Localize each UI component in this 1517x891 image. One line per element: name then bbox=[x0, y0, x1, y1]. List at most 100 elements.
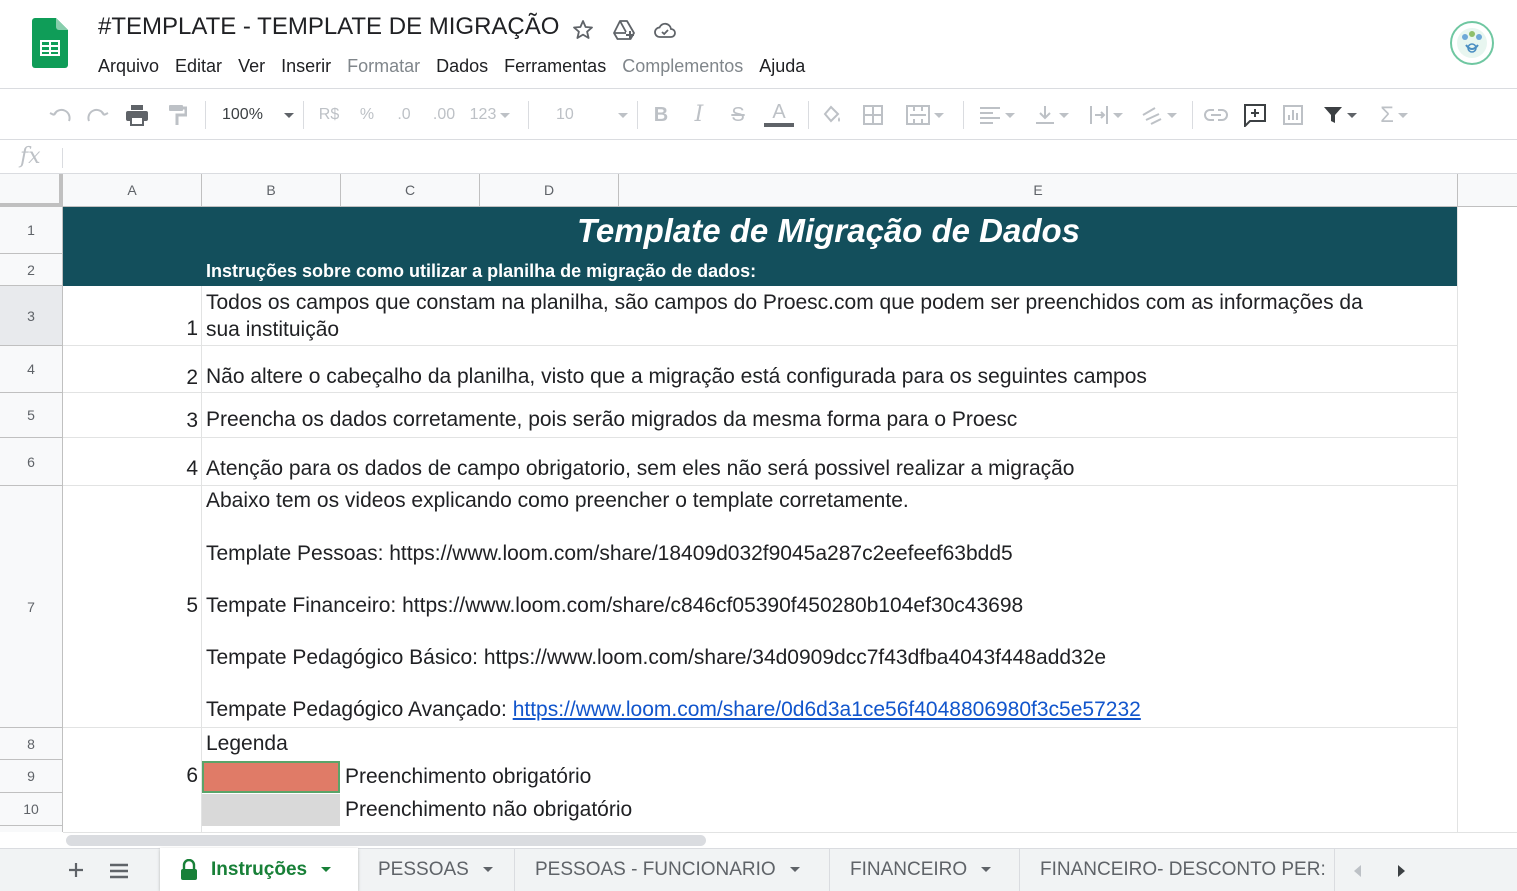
video-template-pessoas[interactable]: Template Pessoas: https://www.loom.com/s… bbox=[206, 540, 1013, 567]
filter-icon[interactable] bbox=[1319, 103, 1361, 127]
move-to-drive-icon[interactable] bbox=[612, 18, 636, 42]
item-text-1[interactable]: Todos os campos que constam na planilha,… bbox=[206, 289, 1363, 343]
row-header-9[interactable]: 9 bbox=[0, 760, 63, 793]
row-header-6[interactable]: 6 bbox=[0, 438, 63, 486]
menu-dados[interactable]: Dados bbox=[428, 54, 496, 78]
row-header-1[interactable]: 1 bbox=[0, 207, 63, 254]
sheet-tab-dropdown-icon bbox=[321, 867, 332, 872]
column-header-b[interactable]: B bbox=[202, 174, 341, 207]
fx-icon: fx bbox=[20, 144, 41, 169]
item-number-1[interactable]: 1 bbox=[63, 317, 198, 341]
menu-inserir[interactable]: Inserir bbox=[273, 54, 339, 78]
legend-optional-swatch[interactable] bbox=[202, 794, 340, 826]
scroll-tabs-left-icon[interactable] bbox=[1350, 863, 1366, 879]
zoom-select[interactable]: 100% bbox=[222, 103, 294, 127]
row-header-7[interactable]: 7 bbox=[0, 486, 63, 728]
account-avatar[interactable] bbox=[1450, 21, 1494, 65]
column-header-d[interactable]: D bbox=[480, 174, 619, 207]
text-color-label: A bbox=[772, 101, 786, 123]
decrease-decimals-button[interactable]: .0 bbox=[392, 103, 416, 127]
formula-input[interactable] bbox=[76, 146, 1510, 170]
horizontal-align-icon[interactable] bbox=[975, 103, 1019, 127]
column-header-a[interactable]: A bbox=[63, 174, 202, 207]
legend-required-swatch[interactable] bbox=[202, 761, 340, 793]
sheets-logo-icon[interactable] bbox=[32, 18, 68, 68]
functions-icon[interactable]: Σ bbox=[1374, 103, 1414, 127]
row-header-5[interactable]: 5 bbox=[0, 393, 63, 438]
sheet-tab-pessoas-funcionario[interactable]: PESSOAS - FUNCIONARIO bbox=[515, 848, 830, 891]
video-template-pedagogico-avancado[interactable]: Tempate Pedagógico Avançado: https://www… bbox=[206, 696, 1141, 723]
italic-button[interactable]: I bbox=[689, 103, 709, 127]
lock-icon bbox=[180, 858, 200, 881]
sheet-tab-instrucoes[interactable]: Instruções bbox=[160, 848, 358, 891]
advanced-label: Tempate Pedagógico Avançado: bbox=[206, 698, 507, 721]
redo-icon[interactable] bbox=[86, 103, 110, 127]
row-header-4[interactable]: 4 bbox=[0, 346, 63, 393]
increase-decimals-button[interactable]: .00 bbox=[430, 103, 458, 127]
legend-title[interactable]: Legenda bbox=[206, 730, 288, 757]
item-number-2[interactable]: 2 bbox=[63, 366, 198, 390]
strikethrough-button[interactable]: S bbox=[728, 103, 748, 127]
add-sheet-icon[interactable] bbox=[66, 860, 86, 880]
vertical-align-icon[interactable] bbox=[1030, 103, 1074, 127]
menu-ferramentas[interactable]: Ferramentas bbox=[496, 54, 614, 78]
menu-arquivo[interactable]: Arquivo bbox=[90, 54, 167, 78]
column-header-c[interactable]: C bbox=[341, 174, 480, 207]
item-number-4[interactable]: 4 bbox=[63, 457, 198, 481]
fill-color-icon[interactable] bbox=[820, 103, 844, 127]
menu-editar[interactable]: Editar bbox=[167, 54, 230, 78]
currency-format-button[interactable]: R$ bbox=[316, 103, 342, 127]
sheet-title: Template de Migração de Dados bbox=[576, 212, 1081, 249]
scroll-tabs-right-icon[interactable] bbox=[1393, 863, 1409, 879]
borders-icon[interactable] bbox=[861, 103, 885, 127]
item-text-5-intro[interactable]: Abaixo tem os videos explicando como pre… bbox=[206, 487, 909, 514]
print-icon[interactable] bbox=[125, 103, 149, 127]
item-number-6[interactable]: 6 bbox=[63, 764, 198, 788]
font-size-select[interactable]: 10 bbox=[556, 103, 628, 127]
row-header-2[interactable]: 2 bbox=[0, 254, 63, 286]
item-number-3[interactable]: 3 bbox=[63, 409, 198, 433]
video-template-financeiro[interactable]: Tempate Financeiro: https://www.loom.com… bbox=[206, 592, 1023, 619]
more-formats-button[interactable]: 123 bbox=[467, 103, 513, 127]
horizontal-scrollbar-thumb[interactable] bbox=[66, 835, 706, 846]
sheet-tab-financeiro[interactable]: FINANCEIRO bbox=[830, 848, 1020, 891]
row-header-10[interactable]: 10 bbox=[0, 793, 63, 826]
menu-complementos[interactable]: Complementos bbox=[614, 54, 751, 78]
item-number-5[interactable]: 5 bbox=[63, 594, 198, 618]
advanced-video-link[interactable]: https://www.loom.com/share/0d6d3a1ce56f4… bbox=[513, 698, 1141, 721]
column-header-e[interactable]: E bbox=[619, 174, 1458, 207]
legend-required-label[interactable]: Preenchimento obrigatório bbox=[345, 763, 591, 790]
menu-bar: Arquivo Editar Ver Inserir Formatar Dado… bbox=[90, 54, 813, 78]
menu-ver[interactable]: Ver bbox=[230, 54, 273, 78]
item-text-4[interactable]: Atenção para os dados de campo obrigator… bbox=[206, 455, 1074, 482]
legend-optional-label[interactable]: Preenchimento não obrigatório bbox=[345, 796, 632, 823]
all-sheets-icon[interactable] bbox=[109, 862, 129, 880]
sheet-tab-label: Instruções bbox=[211, 858, 308, 880]
sheet-tab-financeiro-desconto[interactable]: FINANCEIRO- DESCONTO PER: bbox=[1020, 848, 1334, 891]
cloud-saved-icon[interactable] bbox=[653, 18, 677, 42]
undo-icon[interactable] bbox=[48, 103, 72, 127]
menu-formatar[interactable]: Formatar bbox=[339, 54, 428, 78]
insert-comment-icon[interactable] bbox=[1242, 103, 1268, 127]
insert-link-icon[interactable] bbox=[1203, 103, 1229, 127]
more-formats-dropdown-icon bbox=[500, 112, 511, 118]
bold-button[interactable]: B bbox=[651, 103, 671, 127]
document-title[interactable]: #TEMPLATE - TEMPLATE DE MIGRAÇÃO bbox=[98, 13, 559, 41]
star-icon[interactable] bbox=[571, 18, 595, 42]
video-template-pedagogico-basico[interactable]: Tempate Pedagógico Básico: https://www.l… bbox=[206, 644, 1106, 671]
percent-format-button[interactable]: % bbox=[357, 103, 377, 127]
menu-ajuda[interactable]: Ajuda bbox=[751, 54, 813, 78]
sheet-tab-pessoas[interactable]: PESSOAS bbox=[358, 848, 515, 891]
row-header-3[interactable]: 3 bbox=[0, 286, 63, 346]
text-rotation-icon[interactable] bbox=[1137, 103, 1181, 127]
text-color-button[interactable]: A bbox=[764, 101, 794, 127]
paint-format-icon[interactable] bbox=[165, 103, 189, 127]
select-all-corner[interactable] bbox=[0, 174, 63, 207]
text-wrapping-icon[interactable] bbox=[1084, 103, 1128, 127]
item-text-3[interactable]: Preencha os dados corretamente, pois ser… bbox=[206, 406, 1017, 433]
column-header-empty bbox=[1458, 174, 1517, 207]
merge-cells-icon[interactable] bbox=[902, 103, 948, 127]
item-text-2[interactable]: Não altere o cabeçalho da planilha, vist… bbox=[206, 363, 1147, 390]
row-header-8[interactable]: 8 bbox=[0, 728, 63, 760]
insert-chart-icon[interactable] bbox=[1281, 103, 1305, 127]
